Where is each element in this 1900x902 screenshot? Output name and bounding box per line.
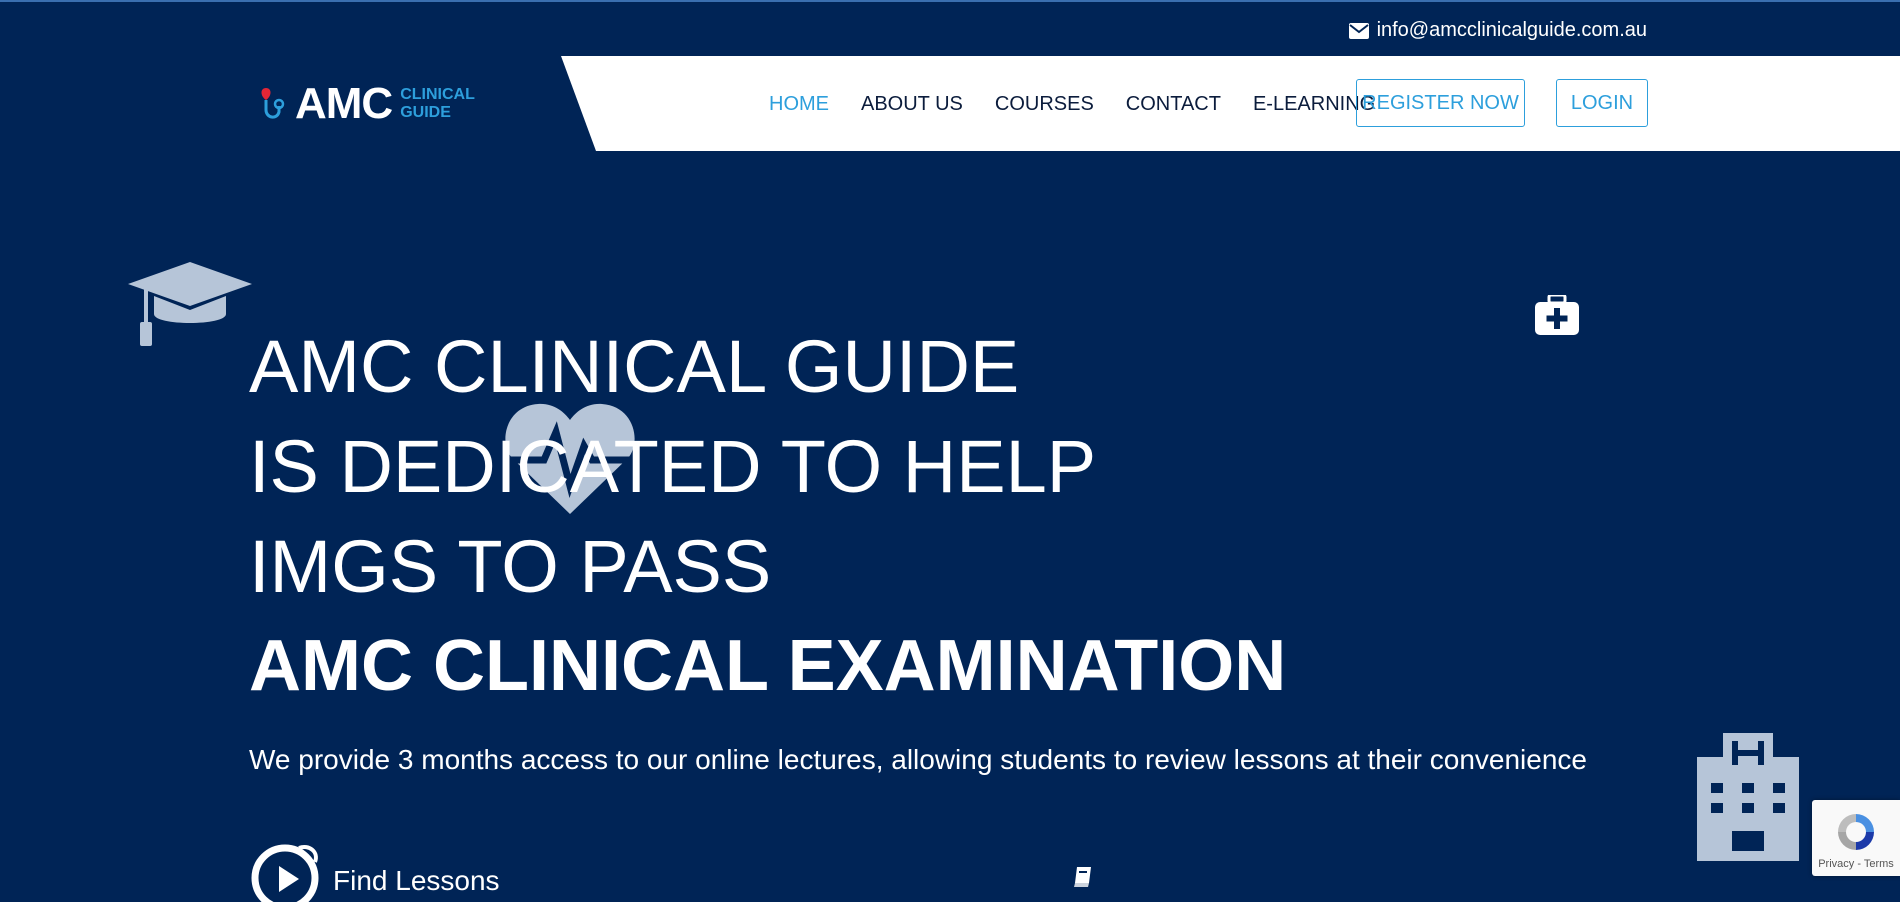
book-icon [1074,867,1091,887]
graduation-cap-icon [128,262,252,346]
nav-home[interactable]: HOME [769,93,829,116]
recaptcha-icon [1838,814,1874,850]
nav-courses[interactable]: COURSES [995,93,1094,116]
logo-subtitle: CLINICAL GUIDE [400,86,475,122]
envelope-icon [1348,22,1369,39]
main-nav: HOME ABOUT US COURSES CONTACT E-LEARNING [769,78,1407,130]
hero-line-1: AMC CLINICAL GUIDE [249,325,1020,408]
login-button[interactable]: LOGIN [1556,79,1648,127]
hero-line-2: IS DEDICATED TO HELP [249,425,1097,508]
hospital-icon [1697,733,1799,861]
logo-sub-line2: GUIDE [400,104,451,121]
recaptcha-text[interactable]: Privacy - Terms [1812,858,1900,870]
find-lessons-link[interactable]: Find Lessons [249,842,500,902]
play-icon [251,844,319,902]
hero-line-3: IMGS TO PASS [249,525,772,608]
nav-contact[interactable]: CONTACT [1126,93,1221,116]
logo-sub-line1: CLINICAL [400,86,475,103]
find-lessons-label: Find Lessons [333,865,500,896]
first-aid-kit-icon [1535,295,1579,335]
hero-line-4: AMC CLINICAL EXAMINATION [249,626,1287,706]
email-link[interactable]: info@amcclinicalguide.com.au [1348,19,1647,42]
site-logo[interactable]: AMC CLINICAL GUIDE [257,82,475,126]
top-bar: info@amcclinicalguide.com.au [0,0,1900,56]
stethoscope-heart-icon [261,88,285,119]
hero-subtitle: We provide 3 months access to our online… [249,744,1587,775]
register-now-button[interactable]: REGISTER NOW [1356,79,1525,127]
logo-text: AMC [295,79,393,128]
email-text: info@amcclinicalguide.com.au [1376,19,1647,41]
recaptcha-badge[interactable]: Privacy - Terms [1812,800,1900,876]
nav-about-us[interactable]: ABOUT US [861,93,963,116]
